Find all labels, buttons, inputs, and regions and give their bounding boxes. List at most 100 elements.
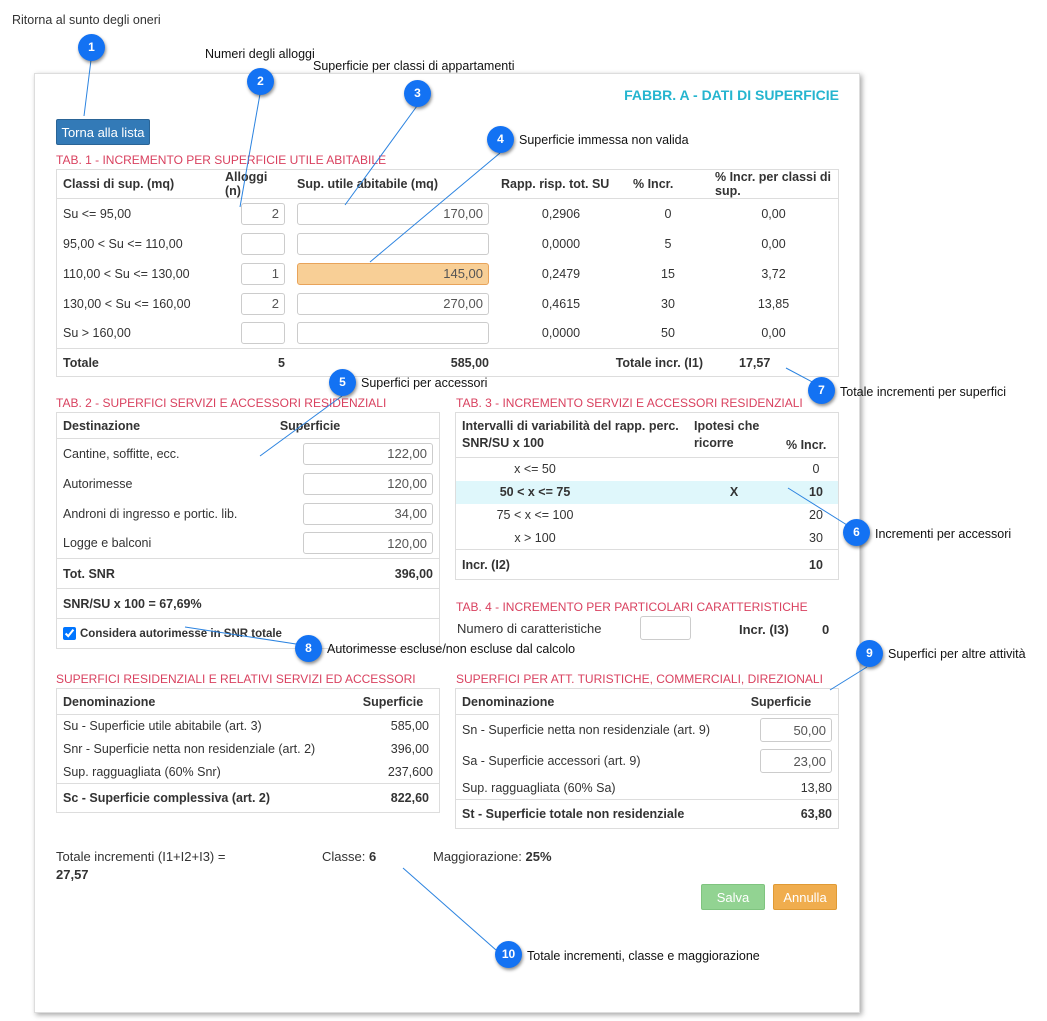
tab3-col-ipotesi: Ipotesi che ricorre [688, 412, 780, 458]
interval-label: x <= 50 [514, 462, 556, 477]
maggiorazione-value: 25% [525, 849, 552, 864]
incr-cls-value: 13,85 [757, 296, 790, 311]
table-row: Sup. ragguagliata (60% Sa) 13,80 [456, 777, 839, 800]
form-title: FABBR. A - DATI DI SUPERFICIE [624, 87, 839, 103]
sa-label: Sa - Superficie accessori (art. 9) [462, 754, 641, 768]
tab1-col-rapp: Rapp. risp. tot. SU [495, 169, 627, 199]
alloggi-input[interactable] [241, 232, 285, 255]
incr-i2-value: 10 [780, 549, 839, 580]
save-button[interactable]: Salva [701, 884, 765, 910]
callout-9-label: Superfici per altre attività [888, 647, 1026, 661]
res-table: Denominazione Superficie Su - Superficie… [56, 688, 440, 813]
sup-input[interactable] [297, 232, 489, 255]
ipotesi-mark [688, 504, 780, 527]
tot-snr-value: 396,00 [273, 558, 440, 589]
incr-i2-label: Incr. (I2) [455, 549, 780, 580]
alloggi-input[interactable] [241, 292, 285, 315]
rapp-value: 0,2906 [541, 206, 581, 221]
callout-5-label: Superfici per accessori [361, 376, 488, 390]
table-row: x > 100 30 [456, 527, 839, 550]
callout-8-label: Autorimesse escluse/non escluse dal calc… [327, 642, 576, 656]
att-title: SUPERFICI PER ATT. TURISTICHE, COMMERCIA… [456, 672, 823, 686]
res-col-name: Denominazione [56, 688, 357, 715]
dest-label: Androni di ingresso e portic. lib. [63, 506, 238, 521]
incr-value: 30 [661, 296, 675, 311]
callout-10: 10 [495, 941, 522, 968]
att-col-name: Denominazione [455, 688, 745, 715]
alloggi-input[interactable] [241, 262, 285, 285]
autorimesse-checkbox-label[interactable]: Considera autorimesse in SNR totale [63, 627, 433, 640]
tab2-table: Destinazione Superficie Cantine, soffitt… [56, 412, 440, 649]
callout-3: 3 [404, 80, 431, 107]
num-caratteristiche-input[interactable] [640, 616, 691, 640]
autorimesse-checkbox[interactable] [63, 627, 76, 640]
accessori-input[interactable] [303, 532, 433, 555]
tab4-title: TAB. 4 - INCREMENTO PER PARTICOLARI CARA… [456, 600, 808, 614]
incr-value: 5 [664, 236, 672, 251]
rapp-value: 0,4615 [541, 296, 581, 311]
accessori-input[interactable] [303, 502, 433, 525]
alloggi-input[interactable] [241, 322, 285, 345]
callout-2: 2 [247, 68, 274, 95]
att-total-row: St - Superficie totale non residenziale … [455, 799, 839, 829]
table-row: Su - Superficie utile abitabile (art. 3)… [57, 715, 440, 738]
incr-value: 10 [780, 480, 839, 504]
accessori-input[interactable] [303, 442, 433, 465]
res-name: Sup. ragguagliata (60% Snr) [63, 764, 221, 779]
tab1-table: Classi di sup. (mq) Alloggi (n) Sup. uti… [56, 169, 839, 377]
classe-value: 6 [368, 849, 377, 864]
tab2-col-dest: Destinazione [56, 412, 274, 439]
att-total-value: 63,80 [744, 799, 839, 829]
tab3-col-interval: Intervalli di variabilità del rapp. perc… [455, 412, 688, 458]
incr-cls-value: 3,72 [761, 266, 786, 281]
dest-label: Logge e balconi [63, 536, 152, 551]
tab3-col-incr: % Incr. [780, 412, 839, 458]
tab1-col-classes: Classi di sup. (mq) [56, 169, 219, 199]
total-sup: 585,00 [291, 348, 495, 377]
sn-input[interactable] [760, 718, 832, 743]
sa-input[interactable] [760, 749, 832, 773]
sup-input[interactable] [297, 202, 489, 225]
tab3-total-row: Incr. (I2) 10 [455, 549, 839, 580]
alloggi-input[interactable] [241, 202, 285, 225]
class-label: 130,00 < Su <= 160,00 [63, 296, 191, 311]
sup-input[interactable] [297, 292, 489, 315]
maggiorazione-label: Maggiorazione: [433, 849, 522, 864]
sup-input-invalid[interactable] [297, 262, 489, 285]
rag-value: 13,80 [800, 780, 832, 795]
res-total-value: 822,60 [356, 783, 440, 813]
res-total-row: Sc - Superficie complessiva (art. 2) 822… [56, 783, 440, 813]
incr-value: 30 [809, 530, 823, 545]
callout-2-label: Numeri degli alloggi [205, 47, 315, 61]
cancel-button[interactable]: Annulla [773, 884, 837, 910]
totale-incrementi-value: 27,57 [56, 867, 89, 882]
incr-value: 0 [812, 462, 820, 477]
att-total-label: St - Superficie totale non residenziale [455, 799, 745, 829]
table-row: Snr - Superficie netta non residenziale … [57, 738, 440, 761]
maggiorazione: Maggiorazione: 25% [433, 849, 552, 864]
callout-5: 5 [329, 369, 356, 396]
table-row: Sup. ragguagliata (60% Snr) 237,600 [57, 761, 440, 784]
res-value: 396,00 [390, 742, 429, 756]
table-row: Su > 160,00 0,0000 50 0,00 [57, 319, 839, 349]
tab1-col-alloggi: Alloggi (n) [219, 169, 291, 199]
callout-1: 1 [78, 34, 105, 61]
res-value: 585,00 [390, 719, 429, 734]
top-annotation-label: Ritorna al sunto degli oneri [12, 13, 161, 27]
accessori-input[interactable] [303, 472, 433, 495]
callout-7: 7 [808, 377, 835, 404]
incr-value: 15 [661, 266, 675, 281]
back-to-list-button[interactable]: Torna alla lista [56, 119, 150, 145]
res-name: Su - Superficie utile abitabile (art. 3) [63, 719, 262, 734]
tab2-total-row: Tot. SNR 396,00 [56, 558, 440, 589]
att-table: Denominazione Superficie Sn - Superficie… [455, 688, 839, 829]
callout-9: 9 [856, 640, 883, 667]
res-title: SUPERFICI RESIDENZIALI E RELATIVI SERVIZ… [56, 672, 416, 686]
tab2-col-sup: Superficie [273, 412, 440, 439]
table-row: 110,00 < Su <= 130,00 0,2479 15 3,72 [57, 259, 839, 289]
sup-input[interactable] [297, 322, 489, 345]
interval-label: 75 < x <= 100 [496, 508, 574, 522]
callout-4-label: Superficie immessa non valida [519, 133, 689, 147]
incr-value: 20 [809, 508, 823, 522]
table-row: 130,00 < Su <= 160,00 0,4615 30 13,85 [57, 289, 839, 319]
